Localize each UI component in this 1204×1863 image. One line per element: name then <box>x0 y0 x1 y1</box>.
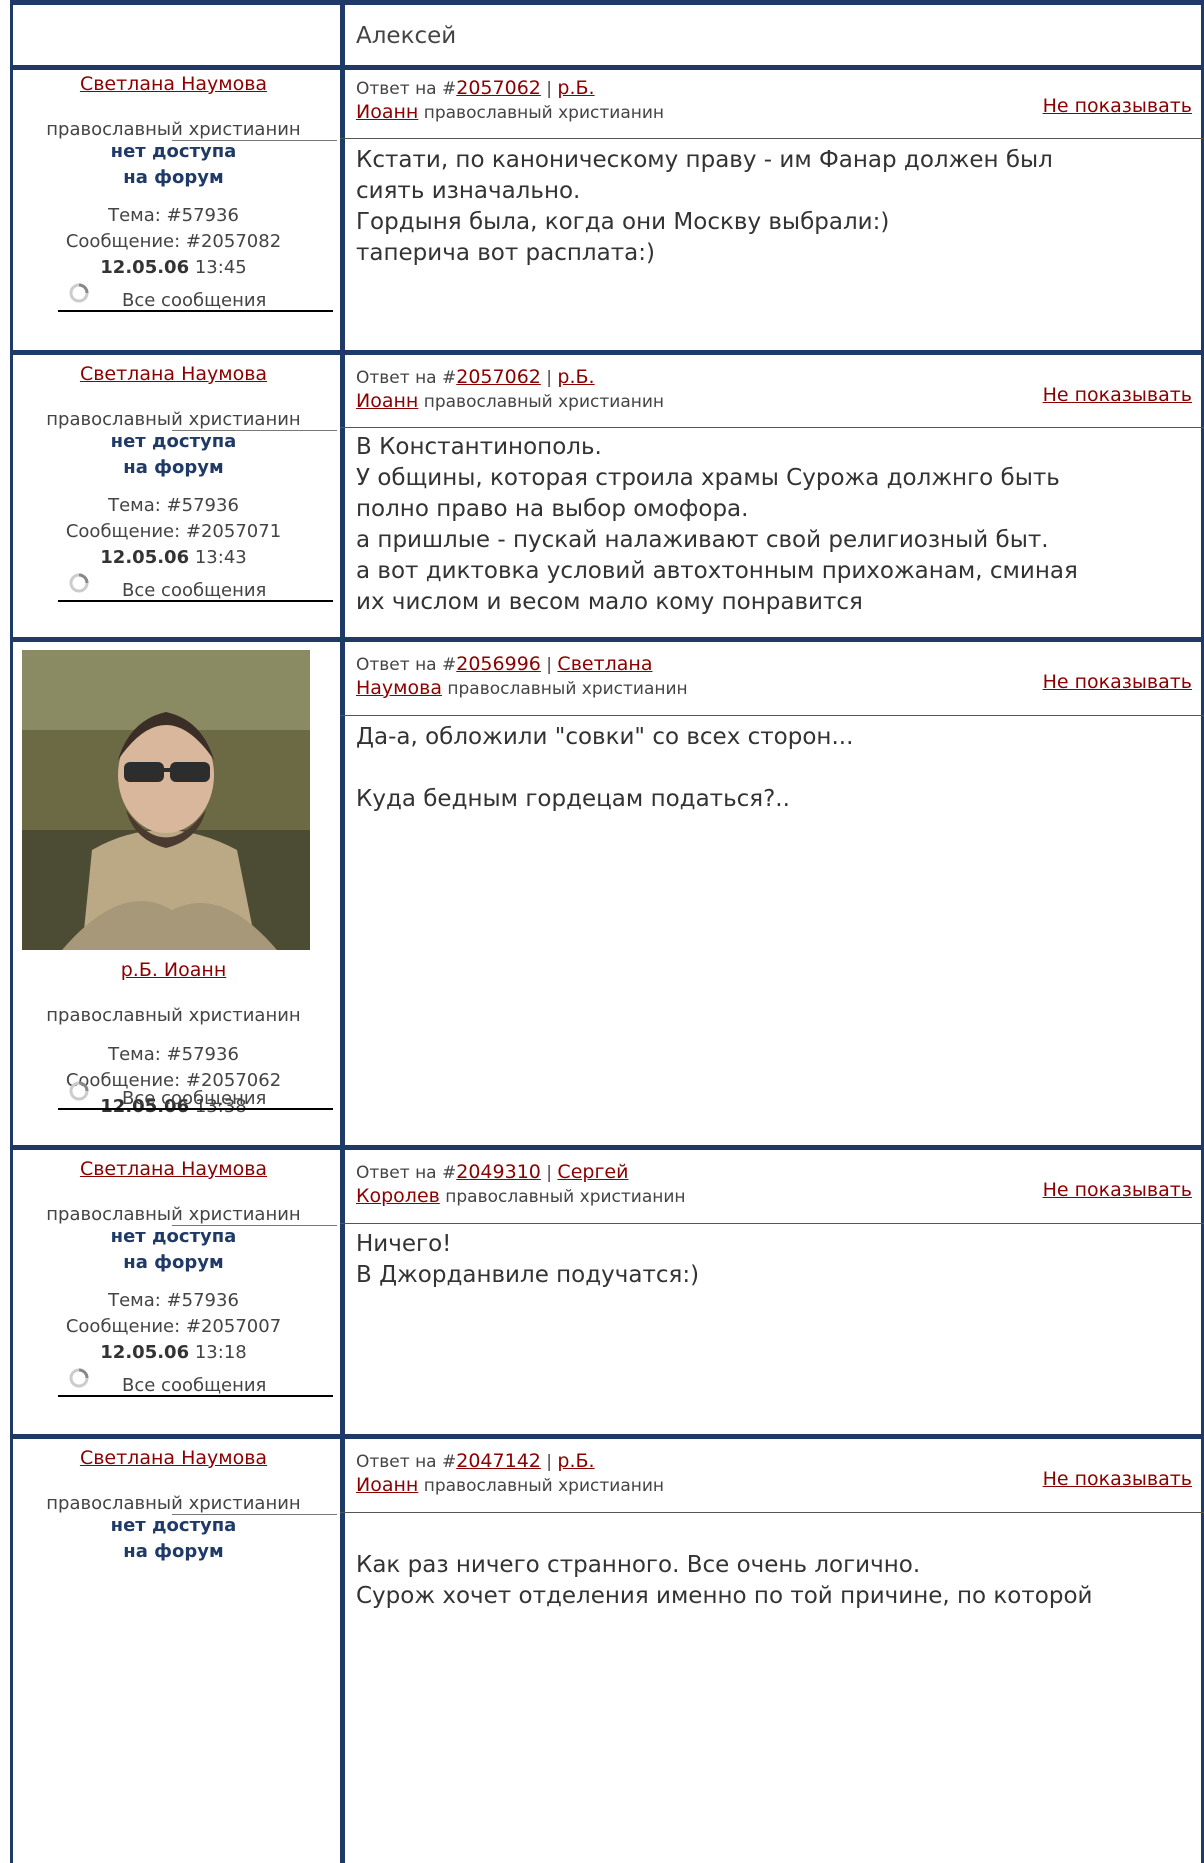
reply-to-user-link[interactable]: Светлана <box>557 653 652 675</box>
post-author-panel: Светлана Наумова православный христианин… <box>10 65 337 350</box>
reply-to-link[interactable]: 2056996 <box>456 653 541 675</box>
post-time: 13:45 <box>194 257 247 278</box>
post-content: Ответ на #2056996 | Светлана Наумова пра… <box>340 637 1204 1145</box>
all-messages-link[interactable]: Все сообщения <box>58 570 333 602</box>
post: р.Б. Иоанн православный христианин Тема:… <box>10 637 1204 1145</box>
reply-to-user-link[interactable]: р.Б. <box>557 1450 594 1472</box>
post-meta: Тема: #57936 Сообщение: #2057071 12.05.0… <box>65 495 282 568</box>
reply-to-user-link[interactable]: р.Б. <box>557 366 594 388</box>
post-body: Кстати, по каноническому праву - им Фана… <box>356 147 1053 266</box>
author-avatar[interactable] <box>22 650 310 950</box>
post-body: Как раз ничего странного. Все очень логи… <box>356 1552 1093 1609</box>
post-time: 13:18 <box>194 1342 247 1363</box>
author-role: православный христианин <box>46 119 301 140</box>
author-role: православный христианин <box>46 409 301 430</box>
avatar-photo-icon <box>22 650 310 950</box>
reply-header: Ответ на #2057062 | р.Б. Иоанн православ… <box>356 366 665 412</box>
post-body: Ничего! В Джорданвиле подучатся:) <box>356 1231 700 1288</box>
reply-to-user-link[interactable]: Иоанн <box>356 390 418 412</box>
no-access-badge: нет доступа на форум <box>110 431 237 478</box>
reply-to-user-link[interactable]: Иоанн <box>356 101 418 123</box>
loading-spinner-icon <box>69 1368 89 1388</box>
author-link[interactable]: Светлана Наумова <box>10 1158 337 1180</box>
no-access-badge: нет доступа на форум <box>110 141 237 188</box>
reply-header: Ответ на #2047142 | р.Б. Иоанн православ… <box>356 1450 665 1496</box>
reply-to-link[interactable]: 2049310 <box>456 1161 541 1183</box>
post-content: Ответ на #2057062 | р.Б. Иоанн православ… <box>340 65 1204 350</box>
post-meta: Тема: #57936 Сообщение: #2057007 12.05.0… <box>65 1290 282 1363</box>
author-link[interactable]: Светлана Наумова <box>10 73 337 95</box>
reply-to-user-link[interactable]: Королев <box>356 1185 440 1207</box>
loading-spinner-icon <box>69 283 89 303</box>
reply-to-link[interactable]: 2057062 <box>456 77 541 99</box>
post-author-panel: Светлана Наумова православный христианин… <box>10 350 337 637</box>
topic-id: 57936 <box>181 205 239 226</box>
author-role: православный христианин <box>46 1005 301 1026</box>
post-meta: Тема: #57936 Сообщение: #2057082 12.05.0… <box>65 205 282 278</box>
current-username: Алексей <box>356 23 457 49</box>
post: Светлана Наумова православный христианин… <box>10 350 1204 637</box>
author-link[interactable]: Светлана Наумова <box>10 363 337 385</box>
reply-header: Ответ на #2049310 | Сергей Королев право… <box>356 1161 686 1207</box>
message-id: 2057071 <box>200 521 282 542</box>
message-id: 2057082 <box>200 231 282 252</box>
loading-spinner-icon <box>69 1081 89 1101</box>
reply-header: Ответ на #2056996 | Светлана Наумова пра… <box>356 653 688 699</box>
thread-header-row: Алексей <box>10 0 1204 65</box>
all-messages-link[interactable]: Все сообщения <box>58 1078 333 1110</box>
post: Светлана Наумова православный христианин… <box>10 1145 1204 1434</box>
post: Светлана Наумова православный христианин… <box>10 1434 1204 1863</box>
post-content: Ответ на #2047142 | р.Б. Иоанн православ… <box>340 1434 1204 1863</box>
post-date: 12.05.06 <box>100 257 190 278</box>
no-access-badge: нет доступа на форум <box>110 1515 237 1562</box>
topic-id: 57936 <box>181 1290 239 1311</box>
author-link[interactable]: Светлана Наумова <box>10 1447 337 1469</box>
no-access-badge: нет доступа на форум <box>110 1226 237 1273</box>
reply-to-link[interactable]: 2047142 <box>456 1450 541 1472</box>
all-messages-link[interactable]: Все сообщения <box>58 1365 333 1397</box>
reply-to-user-link[interactable]: Наумова <box>356 677 442 699</box>
post: Светлана Наумова православный христианин… <box>10 65 1204 350</box>
post-author-panel: р.Б. Иоанн православный христианин Тема:… <box>10 637 337 1145</box>
author-role: православный христианин <box>46 1493 301 1514</box>
post-content: Ответ на #2057062 | р.Б. Иоанн православ… <box>340 350 1204 637</box>
post-date: 12.05.06 <box>100 547 190 568</box>
reply-header: Ответ на #2057062 | р.Б. Иоанн православ… <box>356 77 665 123</box>
hide-post-link[interactable]: Не показывать <box>1043 1468 1192 1490</box>
post-body: Да-а, обложили "совки" со всех сторон...… <box>356 724 854 812</box>
post-body: В Константинополь. У общины, которая стр… <box>356 434 1078 615</box>
forum-thread: Алексей Светлана Наумова православный хр… <box>10 0 1204 1863</box>
message-id: 2057007 <box>200 1316 282 1337</box>
hide-post-link[interactable]: Не показывать <box>1043 95 1192 117</box>
all-messages-link[interactable]: Все сообщения <box>58 280 333 312</box>
hide-post-link[interactable]: Не показывать <box>1043 1179 1192 1201</box>
topic-id: 57936 <box>181 495 239 516</box>
author-link[interactable]: р.Б. Иоанн <box>10 959 337 981</box>
reply-to-user-link[interactable]: Иоанн <box>356 1474 418 1496</box>
post-author-panel: Светлана Наумова православный христианин… <box>10 1434 337 1863</box>
topic-id: 57936 <box>181 1044 239 1065</box>
post-content: Ответ на #2049310 | Сергей Королев право… <box>340 1145 1204 1434</box>
reply-to-link[interactable]: 2057062 <box>456 366 541 388</box>
reply-to-user-link[interactable]: Сергей <box>557 1161 628 1183</box>
hide-post-link[interactable]: Не показывать <box>1043 671 1192 693</box>
post-date: 12.05.06 <box>100 1342 190 1363</box>
hide-post-link[interactable]: Не показывать <box>1043 384 1192 406</box>
post-author-panel: Светлана Наумова православный христианин… <box>10 1145 337 1434</box>
loading-spinner-icon <box>69 573 89 593</box>
reply-to-user-link[interactable]: р.Б. <box>557 77 594 99</box>
post-time: 13:43 <box>194 547 247 568</box>
author-role: православный христианин <box>46 1204 301 1225</box>
